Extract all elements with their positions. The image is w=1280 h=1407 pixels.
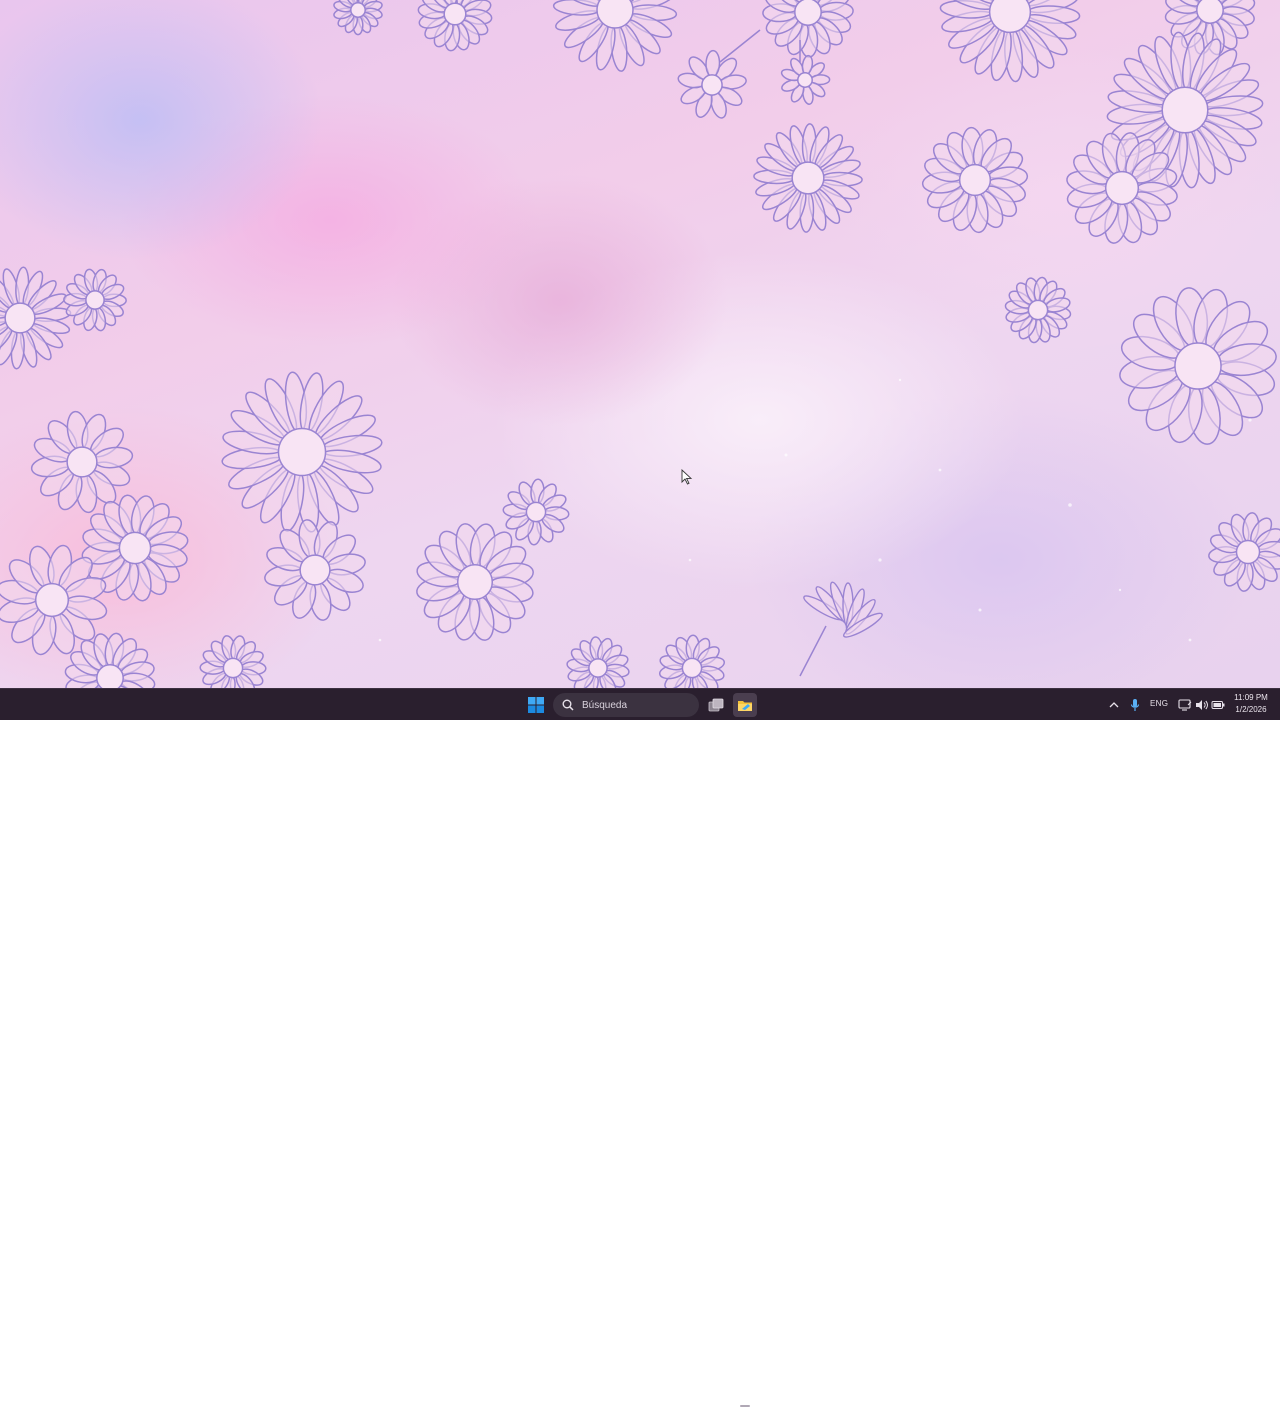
windows-logo-icon bbox=[528, 697, 544, 713]
mouse-cursor-icon bbox=[681, 469, 693, 485]
task-view-button[interactable] bbox=[704, 693, 728, 717]
daisy-flower bbox=[658, 634, 726, 688]
daisy-flower bbox=[921, 126, 1029, 234]
network-icon bbox=[1178, 699, 1192, 711]
daisy-flower bbox=[221, 371, 383, 533]
daisy-flower bbox=[1004, 276, 1072, 344]
daisy-flower bbox=[64, 632, 156, 688]
daisy-flower bbox=[30, 410, 134, 514]
desktop-wallpaper bbox=[0, 0, 1280, 688]
battery-icon bbox=[1211, 701, 1225, 709]
task-view-icon bbox=[708, 698, 724, 712]
daisy-flower bbox=[264, 519, 366, 621]
volume-button[interactable] bbox=[1194, 697, 1210, 713]
daisy-flower bbox=[0, 266, 72, 370]
daisy-bud bbox=[803, 581, 883, 638]
file-explorer-icon bbox=[738, 701, 752, 711]
file-explorer-button[interactable] bbox=[733, 693, 757, 717]
daisy-flower bbox=[566, 636, 630, 688]
daisy-flower bbox=[1208, 512, 1280, 592]
search-box[interactable]: Búsqueda bbox=[553, 693, 699, 717]
speaker-icon bbox=[1196, 700, 1208, 710]
microphone-button[interactable] bbox=[1127, 697, 1143, 713]
clock-date: 1/2/2026 bbox=[1235, 705, 1267, 714]
daisy-flower bbox=[552, 0, 678, 72]
stem bbox=[799, 625, 827, 677]
daisy-flower bbox=[1119, 287, 1277, 445]
daisy-flower bbox=[63, 268, 127, 332]
daisy-flower bbox=[416, 523, 534, 641]
daisy-flower bbox=[333, 0, 383, 36]
start-button[interactable] bbox=[524, 693, 548, 717]
daisy-flower bbox=[753, 123, 863, 233]
battery-button[interactable] bbox=[1210, 697, 1226, 713]
daisy-flower bbox=[502, 478, 570, 546]
network-button[interactable] bbox=[1177, 697, 1193, 713]
daisy-flower bbox=[780, 54, 831, 105]
clock[interactable]: 11:09 PM 1/2/2026 bbox=[1228, 692, 1274, 716]
chevron-up-icon bbox=[1109, 702, 1119, 708]
daisy-flower bbox=[939, 0, 1081, 83]
search-placeholder: Búsqueda bbox=[582, 699, 628, 711]
daisy-pattern bbox=[0, 0, 1280, 688]
language-indicator[interactable]: ENG bbox=[1150, 699, 1168, 708]
stem bbox=[719, 29, 761, 63]
daisy-flower bbox=[199, 635, 267, 688]
show-hidden-icons-button[interactable] bbox=[1106, 697, 1122, 713]
clock-time: 11:09 PM bbox=[1234, 693, 1268, 702]
microphone-icon bbox=[1130, 699, 1140, 711]
daisy-flower bbox=[762, 0, 854, 58]
search-icon bbox=[562, 699, 574, 711]
daisy-flower bbox=[417, 0, 493, 52]
daisy-flower bbox=[677, 49, 747, 119]
taskbar: Búsqueda ENG 11:09 PM 1/2/2026 bbox=[0, 688, 1280, 1407]
